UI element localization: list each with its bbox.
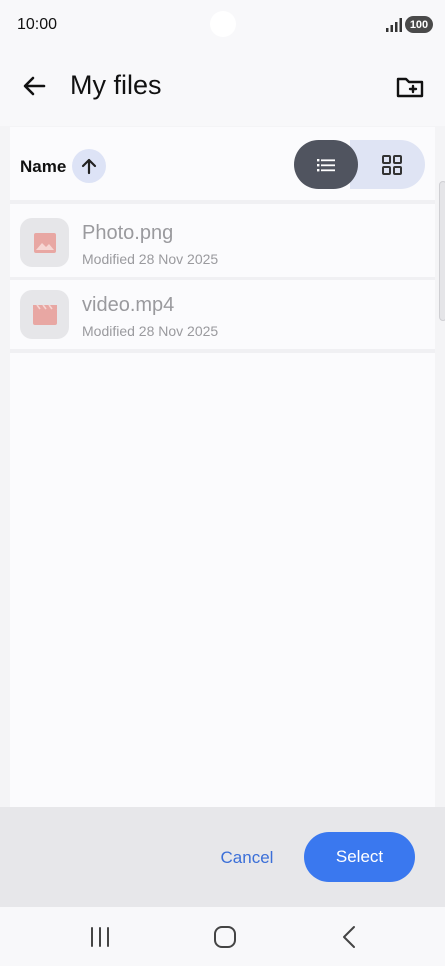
file-row-video[interactable]: video.mp4 Modified 28 Nov 2025: [10, 280, 435, 349]
file-thumbnail: [20, 218, 69, 267]
home-icon[interactable]: [213, 925, 237, 949]
sort-label[interactable]: Name: [20, 157, 66, 177]
file-thumbnail: [20, 290, 69, 339]
grid-view-button[interactable]: [350, 140, 425, 189]
image-icon: [33, 232, 56, 253]
recent-apps-icon[interactable]: [89, 926, 111, 948]
select-button[interactable]: Select: [304, 832, 415, 882]
arrow-up-icon: [81, 158, 97, 175]
file-modified: Modified 28 Nov 2025: [82, 251, 219, 267]
sort-direction-button[interactable]: [72, 149, 106, 183]
signal-icon: [386, 18, 402, 32]
file-name: Photo.png: [82, 222, 174, 244]
scroll-handle[interactable]: [439, 181, 445, 321]
app-bar: My files: [0, 50, 445, 126]
file-modified: Modified 28 Nov 2025: [82, 323, 219, 339]
file-list-panel: Name Photo.png Modified 28 Nov 2025 vide…: [10, 127, 435, 807]
new-folder-icon[interactable]: [394, 70, 426, 102]
list-icon: [317, 158, 335, 171]
page-title: My files: [70, 70, 162, 100]
file-name: video.mp4: [82, 294, 175, 316]
status-time: 10:00: [17, 16, 58, 33]
video-icon: [32, 304, 57, 325]
bottom-action-bar: Cancel Select: [0, 807, 445, 907]
battery-level: 100: [409, 18, 429, 31]
battery-indicator: 100: [405, 16, 433, 33]
nav-back-icon[interactable]: [341, 925, 357, 949]
grid-icon: [381, 154, 402, 175]
back-arrow-icon[interactable]: [20, 72, 48, 100]
row-divider: [10, 349, 435, 353]
system-navigation-bar: [0, 907, 445, 966]
list-view-button[interactable]: [294, 140, 358, 189]
sort-toolbar: Name: [10, 127, 435, 204]
cancel-button[interactable]: Cancel: [208, 843, 286, 873]
status-bar: 10:00 100: [0, 0, 445, 50]
camera-cutout: [210, 11, 236, 37]
file-row-photo[interactable]: Photo.png Modified 28 Nov 2025: [10, 208, 435, 277]
